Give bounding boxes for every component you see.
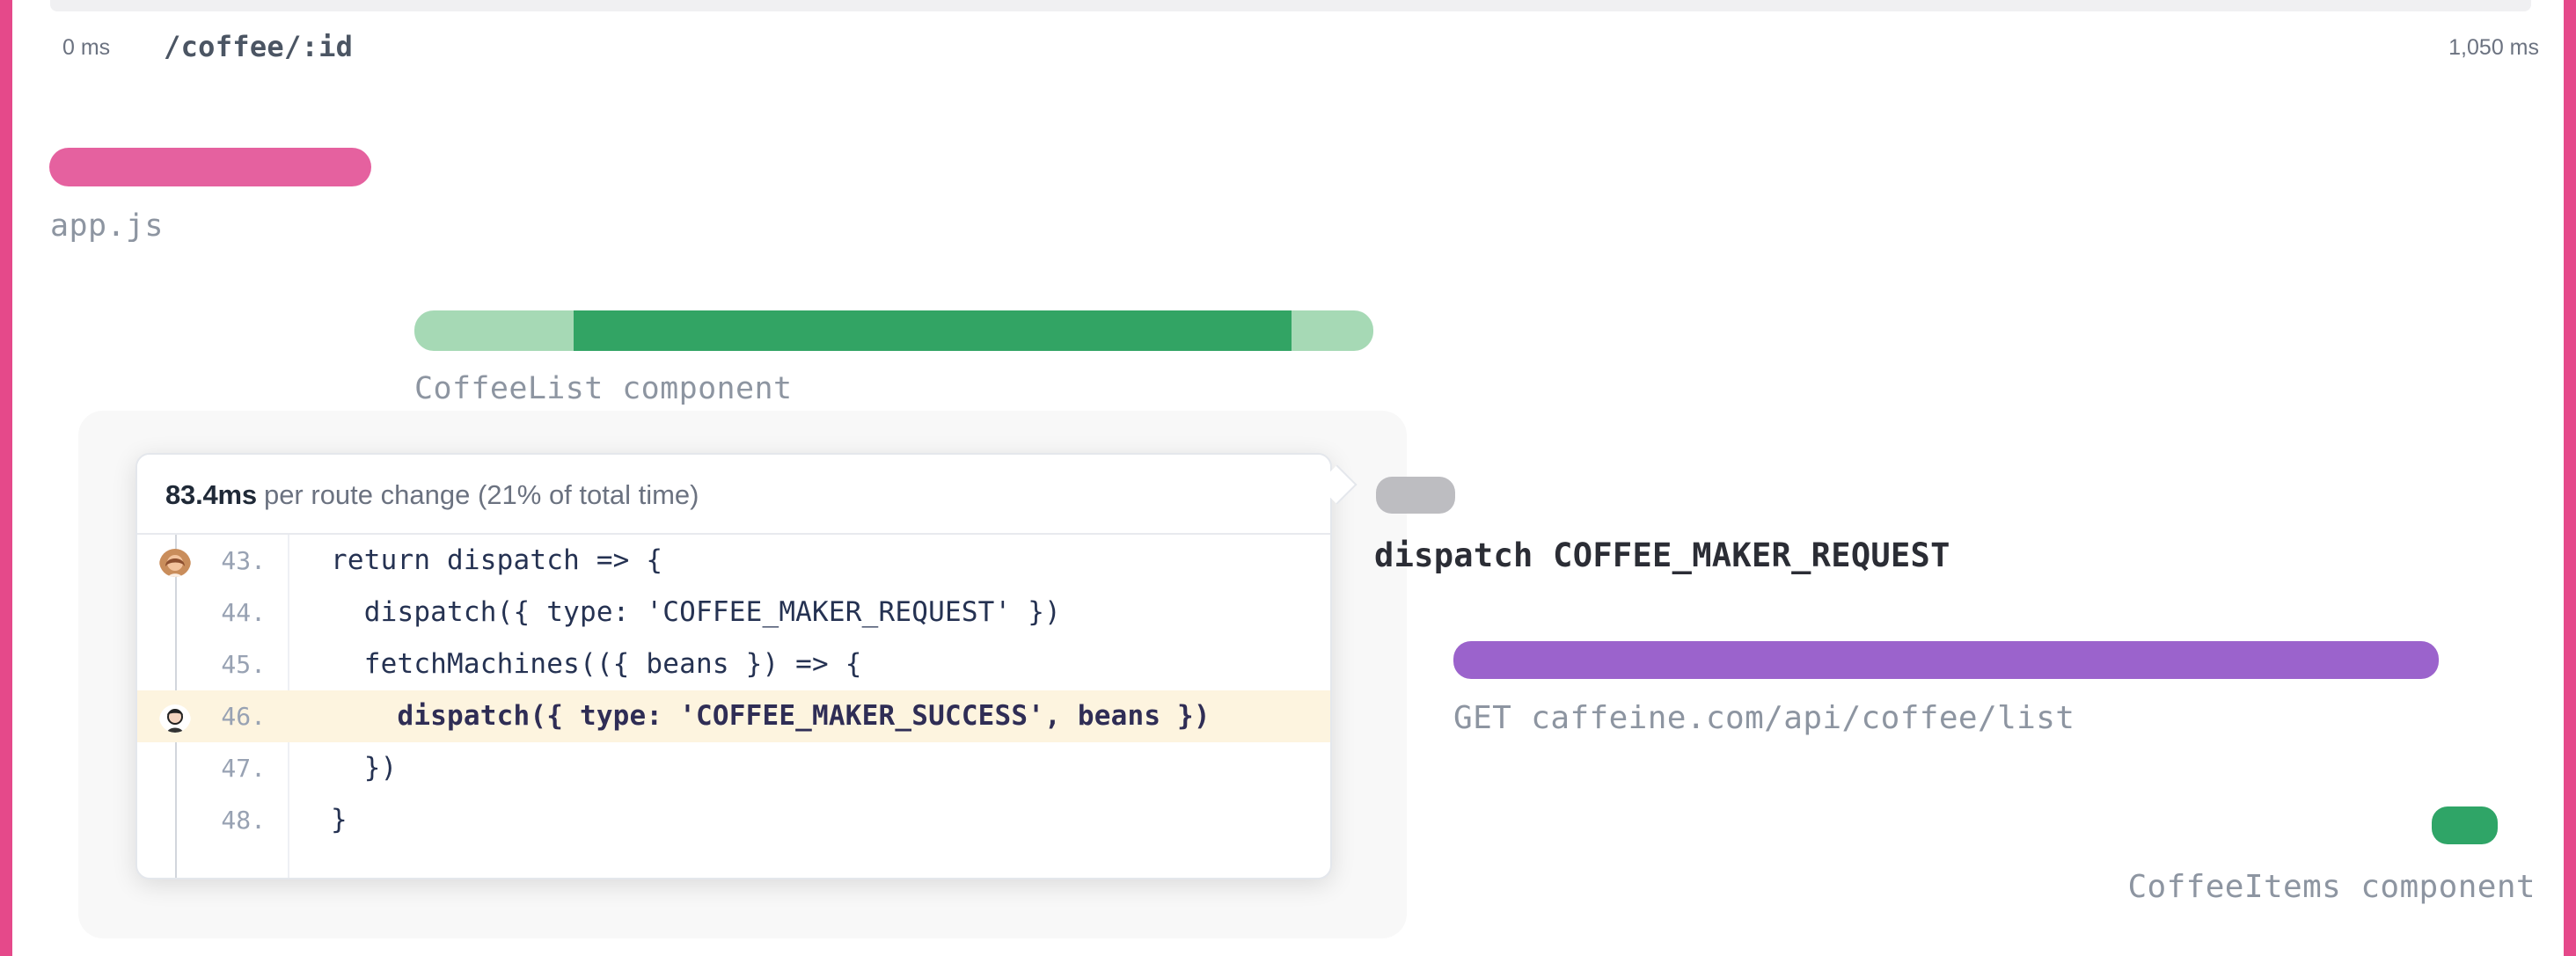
code-line-45: 45. fetchMachines(({ beans }) => { bbox=[137, 639, 1330, 690]
line-number: 45. bbox=[221, 650, 266, 679]
code-line-48: 48. } bbox=[137, 794, 1330, 846]
coffeeitems-component-label: CoffeeItems component bbox=[2127, 869, 2536, 905]
coffeeitems-component-bar[interactable] bbox=[2432, 806, 2498, 844]
code-text: dispatch({ type: 'COFFEE_MAKER_REQUEST' … bbox=[331, 596, 1061, 628]
code-text: return dispatch => { bbox=[331, 544, 663, 576]
code-text: } bbox=[331, 804, 348, 836]
code-text: }) bbox=[331, 752, 398, 784]
coffeelist-component-bar[interactable] bbox=[414, 310, 1373, 351]
app-js-label: app.js bbox=[50, 208, 164, 244]
top-strip bbox=[50, 0, 2531, 11]
popover-summary: per route change (21% of total time) bbox=[263, 479, 699, 510]
dispatch-event-label: dispatch COFFEE_MAKER_REQUEST bbox=[1374, 536, 1950, 574]
dispatch-event-chip[interactable] bbox=[1376, 477, 1455, 514]
code-text: dispatch({ type: 'COFFEE_MAKER_SUCCESS',… bbox=[331, 700, 1211, 732]
line-number: 48. bbox=[221, 806, 266, 835]
timeline-start-time: 0 ms bbox=[62, 35, 111, 60]
line-number: 47. bbox=[221, 754, 266, 783]
code-snippet: 43. return dispatch => { 44. dispatch({ … bbox=[137, 535, 1330, 878]
avatar-man-icon[interactable] bbox=[159, 701, 191, 733]
line-number: 43. bbox=[221, 546, 266, 575]
app-js-bar[interactable] bbox=[49, 148, 371, 186]
route-label: /coffee/:id bbox=[164, 30, 354, 63]
code-popover: 83.4ms per route change (21% of total tim… bbox=[135, 453, 1332, 879]
code-line-43: 43. return dispatch => { bbox=[137, 535, 1330, 587]
line-number: 44. bbox=[221, 598, 266, 627]
api-request-bar[interactable] bbox=[1453, 641, 2439, 679]
coffeelist-component-label: CoffeeList component bbox=[414, 371, 793, 406]
popover-header: 83.4ms per route change (21% of total tim… bbox=[137, 455, 1330, 535]
trace-canvas: 0 ms /coffee/:id 1,050 ms app.js CoffeeL… bbox=[12, 0, 2564, 956]
code-text: fetchMachines(({ beans }) => { bbox=[331, 648, 862, 680]
code-line-47: 47. }) bbox=[137, 742, 1330, 794]
code-line-46-highlighted: 46. dispatch({ type: 'COFFEE_MAKER_SUCCE… bbox=[137, 690, 1330, 742]
code-line-44: 44. dispatch({ type: 'COFFEE_MAKER_REQUE… bbox=[137, 587, 1330, 639]
popover-duration: 83.4ms bbox=[165, 479, 257, 510]
timeline-end-time: 1,050 ms bbox=[2448, 35, 2539, 60]
line-number: 46. bbox=[221, 702, 266, 731]
avatar-woman-icon[interactable] bbox=[159, 545, 191, 577]
coffeelist-active-segment bbox=[574, 310, 1292, 351]
page-frame: 0 ms /coffee/:id 1,050 ms app.js CoffeeL… bbox=[0, 0, 2576, 956]
api-request-label: GET caffeine.com/api/coffee/list bbox=[1453, 700, 2075, 736]
